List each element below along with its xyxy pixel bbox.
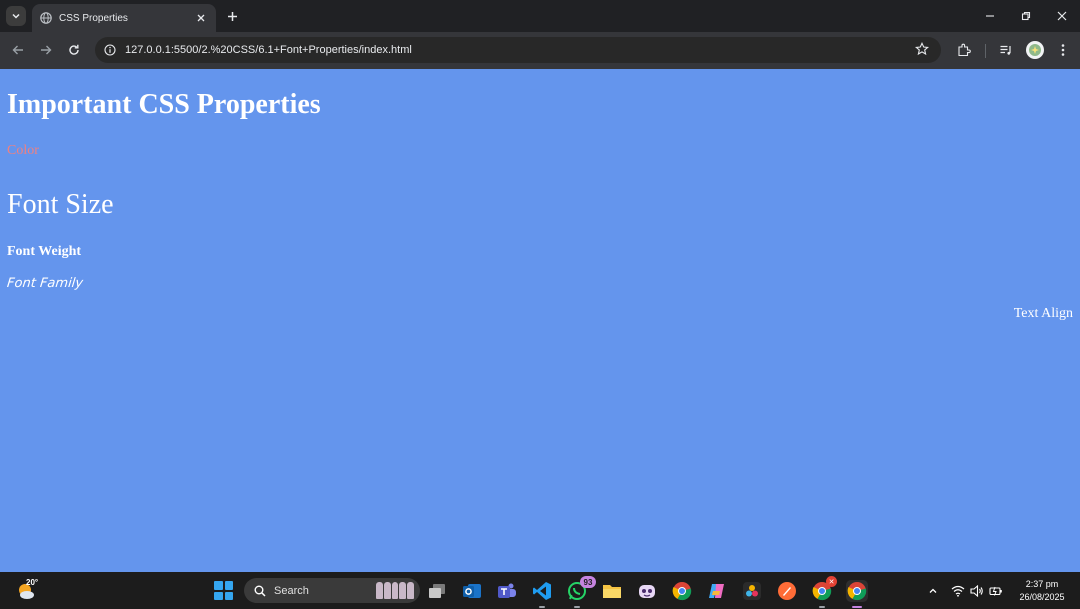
outlook-app[interactable] — [461, 580, 483, 602]
outlook-icon — [463, 584, 481, 598]
chrome-active-app[interactable] — [846, 580, 868, 608]
vscode-icon — [533, 582, 551, 600]
chrome-icon — [847, 582, 867, 601]
taskbar-search[interactable]: Search — [244, 578, 420, 603]
minimize-icon — [986, 15, 994, 17]
microsoft-copilot-app[interactable] — [706, 580, 728, 602]
avatar-icon — [1029, 44, 1041, 56]
more-vertical-icon — [1061, 44, 1065, 56]
search-icon — [254, 585, 266, 597]
forward-button[interactable] — [37, 41, 55, 59]
chrome-app[interactable] — [671, 580, 693, 602]
folder-icon — [603, 585, 621, 598]
tab-strip: CSS Properties — [0, 0, 1080, 32]
copilot-app[interactable] — [636, 580, 658, 602]
font-family-text: Font Family — [6, 276, 84, 291]
resolve-icon — [743, 582, 761, 600]
restore-button[interactable] — [1018, 8, 1034, 24]
wifi-status[interactable] — [951, 584, 965, 598]
text-align-text: Text Align — [1013, 306, 1073, 321]
copilot-icon — [709, 584, 724, 598]
chevron-up-icon — [929, 588, 937, 593]
windows-taskbar: 20° Search 93 ✕ 2:37 pm 26/08/2025 — [0, 572, 1080, 609]
restore-icon — [1021, 11, 1031, 21]
playlist-icon — [1000, 45, 1011, 55]
chevron-down-icon — [12, 13, 20, 19]
page-heading: Important CSS Properties — [7, 89, 321, 120]
globe-icon — [40, 12, 52, 24]
alert-badge-icon: ✕ — [826, 576, 837, 587]
running-indicator — [539, 606, 545, 608]
clock-date: 26/08/2025 — [1019, 592, 1065, 602]
running-indicator — [819, 606, 825, 608]
vscode-app[interactable] — [531, 580, 553, 608]
menu-button[interactable] — [1054, 41, 1072, 59]
arrow-right-icon — [41, 45, 52, 55]
postman-app[interactable] — [776, 580, 798, 602]
weather-temperature: 20° — [26, 578, 39, 587]
tab-title: CSS Properties — [59, 12, 128, 24]
chrome-icon — [672, 582, 692, 601]
task-view-icon — [429, 584, 445, 598]
arrow-left-icon — [12, 45, 23, 55]
close-window-button[interactable] — [1054, 8, 1070, 24]
teams-icon — [498, 583, 516, 598]
file-explorer-app[interactable] — [601, 580, 623, 602]
battery-status[interactable] — [989, 584, 1003, 598]
notification-badge: 93 — [580, 576, 596, 588]
task-view-button[interactable] — [426, 580, 448, 602]
browser-toolbar: 127.0.0.1:5500/2.%20CSS/6.1+Font+Propert… — [0, 32, 1080, 69]
browser-tab[interactable]: CSS Properties — [32, 4, 216, 32]
start-button[interactable] — [214, 581, 233, 600]
back-button[interactable] — [9, 41, 27, 59]
search-label: Search — [274, 584, 309, 597]
toolbar-divider — [985, 44, 986, 58]
speaker-icon — [970, 585, 983, 597]
media-control-button[interactable] — [997, 41, 1015, 59]
new-tab-button[interactable] — [224, 8, 240, 24]
reload-button[interactable] — [65, 41, 83, 59]
rocket-icon — [778, 582, 796, 600]
close-icon — [1057, 11, 1067, 21]
windows-logo-icon — [214, 581, 223, 590]
extensions-button[interactable] — [955, 41, 973, 59]
active-indicator — [852, 606, 862, 608]
plus-icon — [227, 11, 237, 21]
reload-icon — [69, 44, 79, 55]
chrome-profile-app[interactable]: ✕ — [811, 576, 837, 608]
profile-avatar[interactable] — [1026, 41, 1044, 59]
close-tab-icon[interactable] — [194, 11, 208, 25]
system-clock[interactable]: 2:37 pm 26/08/2025 — [1010, 578, 1074, 604]
bookmark-star-icon[interactable] — [915, 42, 931, 58]
search-highlight-image — [376, 582, 414, 599]
page-viewport: Important CSS Properties Color Font Size… — [0, 69, 1080, 572]
volume-status[interactable] — [970, 584, 984, 598]
font-weight-text: Font Weight — [7, 244, 82, 259]
robot-icon — [639, 585, 655, 598]
teams-app[interactable] — [496, 580, 518, 602]
puzzle-icon — [958, 43, 971, 57]
font-size-text: Font Size — [7, 189, 114, 220]
minimize-button[interactable] — [982, 8, 998, 24]
whatsapp-app[interactable]: 93 — [566, 576, 596, 608]
davinci-resolve-app[interactable] — [741, 580, 763, 602]
show-hidden-icons-button[interactable] — [926, 584, 940, 598]
color-text: Color — [7, 143, 39, 158]
clock-time: 2:37 pm — [1025, 579, 1059, 589]
wifi-icon — [951, 585, 965, 597]
running-indicator — [574, 606, 580, 608]
tab-search-button[interactable] — [6, 6, 26, 26]
address-bar[interactable]: 127.0.0.1:5500/2.%20CSS/6.1+Font+Propert… — [95, 37, 941, 63]
battery-icon — [989, 586, 1002, 596]
url-text: 127.0.0.1:5500/2.%20CSS/6.1+Font+Propert… — [125, 44, 412, 56]
info-icon[interactable] — [103, 43, 117, 57]
